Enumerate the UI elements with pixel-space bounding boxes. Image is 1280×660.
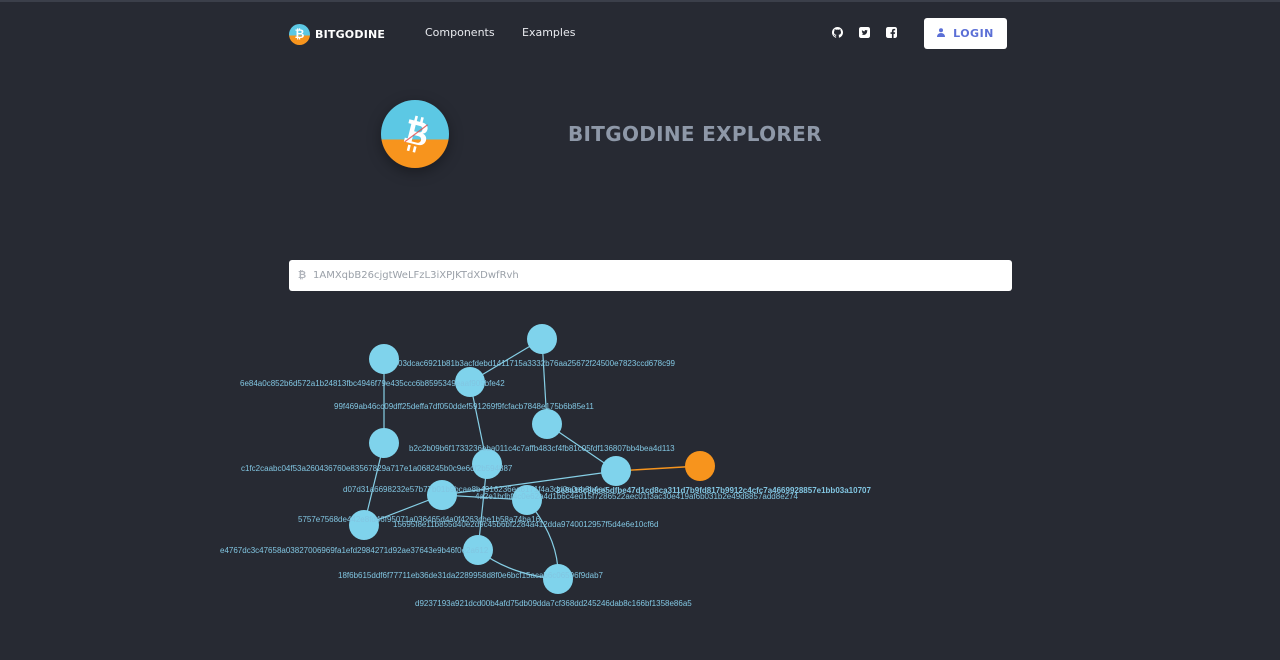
bitcoin-logo-icon: ₿ [289, 23, 310, 45]
twitter-icon[interactable] [859, 27, 870, 38]
nav-link-examples[interactable]: Examples [522, 26, 575, 39]
node-label: e4767dc3c47658a03827006969fa1efd2984271d… [220, 546, 489, 555]
brand-link[interactable]: ₿ BITGODINE [289, 23, 385, 45]
search-bar: ₿ [289, 260, 1012, 291]
nav-link-components[interactable]: Components [425, 26, 495, 39]
graph-node[interactable] [601, 456, 631, 486]
node-label: b2c2b09b6f1733236eba011c4c7affb483cf4fb8… [409, 444, 675, 453]
node-label-selected: 2e8a16c9dce5dfbe47d1cd8ca311d7b9fd817b99… [556, 486, 871, 495]
user-icon [937, 27, 946, 40]
node-label: 15695f8e11b855d40e2d9c45b6bf2284a412dda9… [393, 520, 658, 529]
node-label: 99f469ab46cc09dff25deffa7df050ddef591269… [334, 402, 594, 411]
brand-name: BITGODINE [315, 27, 386, 41]
graph-node[interactable] [369, 428, 399, 458]
graph-node-selected[interactable] [685, 451, 715, 481]
login-label: LOGIN [953, 27, 994, 40]
node-label: d9237193a921dcd00b4afd75db09dda7cf368dd2… [415, 599, 692, 608]
graph-node[interactable] [532, 409, 562, 439]
navbar: ₿ BITGODINE Components Examples LOGIN [0, 0, 1280, 66]
transaction-graph[interactable]: 03dcac6921b81b3acfdebd1411715a3332b76aa2… [0, 300, 1280, 630]
graph-node[interactable] [527, 324, 557, 354]
node-label: 6e84a0c852b6d572a1b24813fbc4946f79e435cc… [240, 379, 505, 388]
page-title: BITGODINE EXPLORER [568, 122, 822, 146]
bitcoin-search-icon: ₿ [298, 270, 307, 281]
address-search-input[interactable] [313, 260, 1003, 291]
facebook-icon[interactable] [886, 27, 897, 38]
node-label: 03dcac6921b81b3acfdebd1411715a3332b76aa2… [398, 359, 676, 368]
node-label: c1fc2caabc04f53a260436760e83567829a717e1… [241, 464, 513, 473]
github-icon[interactable] [832, 27, 843, 38]
graph-node[interactable] [369, 344, 399, 374]
node-label: 18f6b615ddf6f77711eb36de31da2289958d8f0e… [338, 571, 604, 580]
login-button[interactable]: LOGIN [924, 18, 1007, 49]
bitcoin-hero-logo-icon [381, 100, 449, 168]
